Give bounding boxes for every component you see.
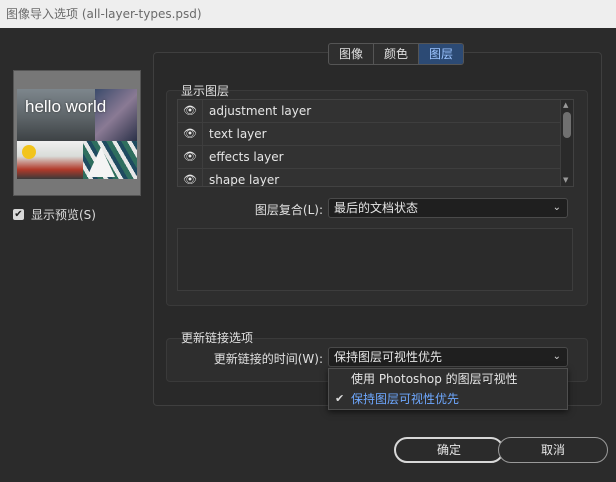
scroll-down-icon[interactable]: ▼ bbox=[563, 176, 568, 184]
update-when-select[interactable]: 保持图层可视性优先 ⌄ bbox=[328, 347, 568, 367]
layers-group-title: 显示图层 bbox=[181, 84, 230, 98]
layer-name: text layer bbox=[209, 127, 267, 141]
dropdown-option-selected[interactable]: ✔ 保持图层可视性优先 bbox=[329, 389, 567, 409]
tab-image[interactable]: 图像 bbox=[329, 44, 375, 64]
cancel-button[interactable]: 取消 bbox=[498, 437, 608, 463]
chevron-down-icon: ⌄ bbox=[552, 351, 561, 362]
preview-thumbnail: hello world bbox=[13, 70, 141, 196]
tab-layers[interactable]: 图层 bbox=[419, 44, 464, 64]
tab-color[interactable]: 颜色 bbox=[374, 44, 420, 64]
update-when-dropdown: 使用 Photoshop 的图层可视性 ✔ 保持图层可视性优先 bbox=[328, 368, 568, 410]
eye-icon[interactable]: 👁 bbox=[178, 169, 203, 186]
layer-row[interactable]: 👁 effects layer bbox=[178, 146, 573, 169]
layer-row[interactable]: 👁 text layer bbox=[178, 123, 573, 146]
scrollbar-thumb[interactable] bbox=[563, 112, 571, 138]
layer-name: adjustment layer bbox=[209, 104, 312, 118]
update-when-label: 更新链接的时间(W): bbox=[213, 352, 323, 366]
show-preview-checkbox[interactable]: ✔ bbox=[13, 209, 24, 220]
show-preview-toggle[interactable]: ✔ 显示预览(S) bbox=[13, 206, 96, 223]
dropdown-option[interactable]: 使用 Photoshop 的图层可视性 bbox=[329, 369, 567, 389]
scroll-up-icon[interactable]: ▲ bbox=[563, 101, 568, 109]
layer-list-scrollbar[interactable]: ▲ ▼ bbox=[560, 100, 573, 186]
ok-button[interactable]: 确定 bbox=[394, 437, 504, 463]
show-preview-label: 显示预览(S) bbox=[31, 208, 96, 222]
eye-icon[interactable]: 👁 bbox=[178, 146, 203, 168]
window-title: 图像导入选项 (all-layer-types.psd) bbox=[0, 0, 616, 28]
layer-row[interactable]: 👁 adjustment layer bbox=[178, 100, 573, 123]
comp-comment-box bbox=[177, 228, 573, 291]
update-when-value: 保持图层可视性优先 bbox=[334, 350, 443, 364]
checkmark-icon: ✔ bbox=[335, 392, 345, 405]
layer-comp-value: 最后的文档状态 bbox=[334, 201, 419, 215]
eye-icon[interactable]: 👁 bbox=[178, 123, 203, 145]
layer-comp-select[interactable]: 最后的文档状态 ⌄ bbox=[328, 198, 568, 218]
chevron-down-icon: ⌄ bbox=[552, 202, 561, 213]
eye-icon[interactable]: 👁 bbox=[178, 100, 203, 122]
layer-list: 👁 adjustment layer 👁 text layer 👁 effect… bbox=[177, 99, 574, 187]
tab-bar: 图像 颜色 图层 bbox=[328, 43, 465, 65]
sun-shape bbox=[22, 145, 36, 159]
layer-comp-label: 图层复合(L): bbox=[254, 203, 323, 217]
preview-text-overlay: hello world bbox=[25, 97, 107, 116]
layer-name: effects layer bbox=[209, 150, 284, 164]
layer-row[interactable]: 👁 shape layer bbox=[178, 169, 573, 187]
triangle-shape bbox=[87, 147, 115, 177]
update-links-group-title: 更新链接选项 bbox=[181, 331, 254, 345]
preview-image: hello world bbox=[17, 89, 137, 179]
layer-name: shape layer bbox=[209, 173, 280, 187]
